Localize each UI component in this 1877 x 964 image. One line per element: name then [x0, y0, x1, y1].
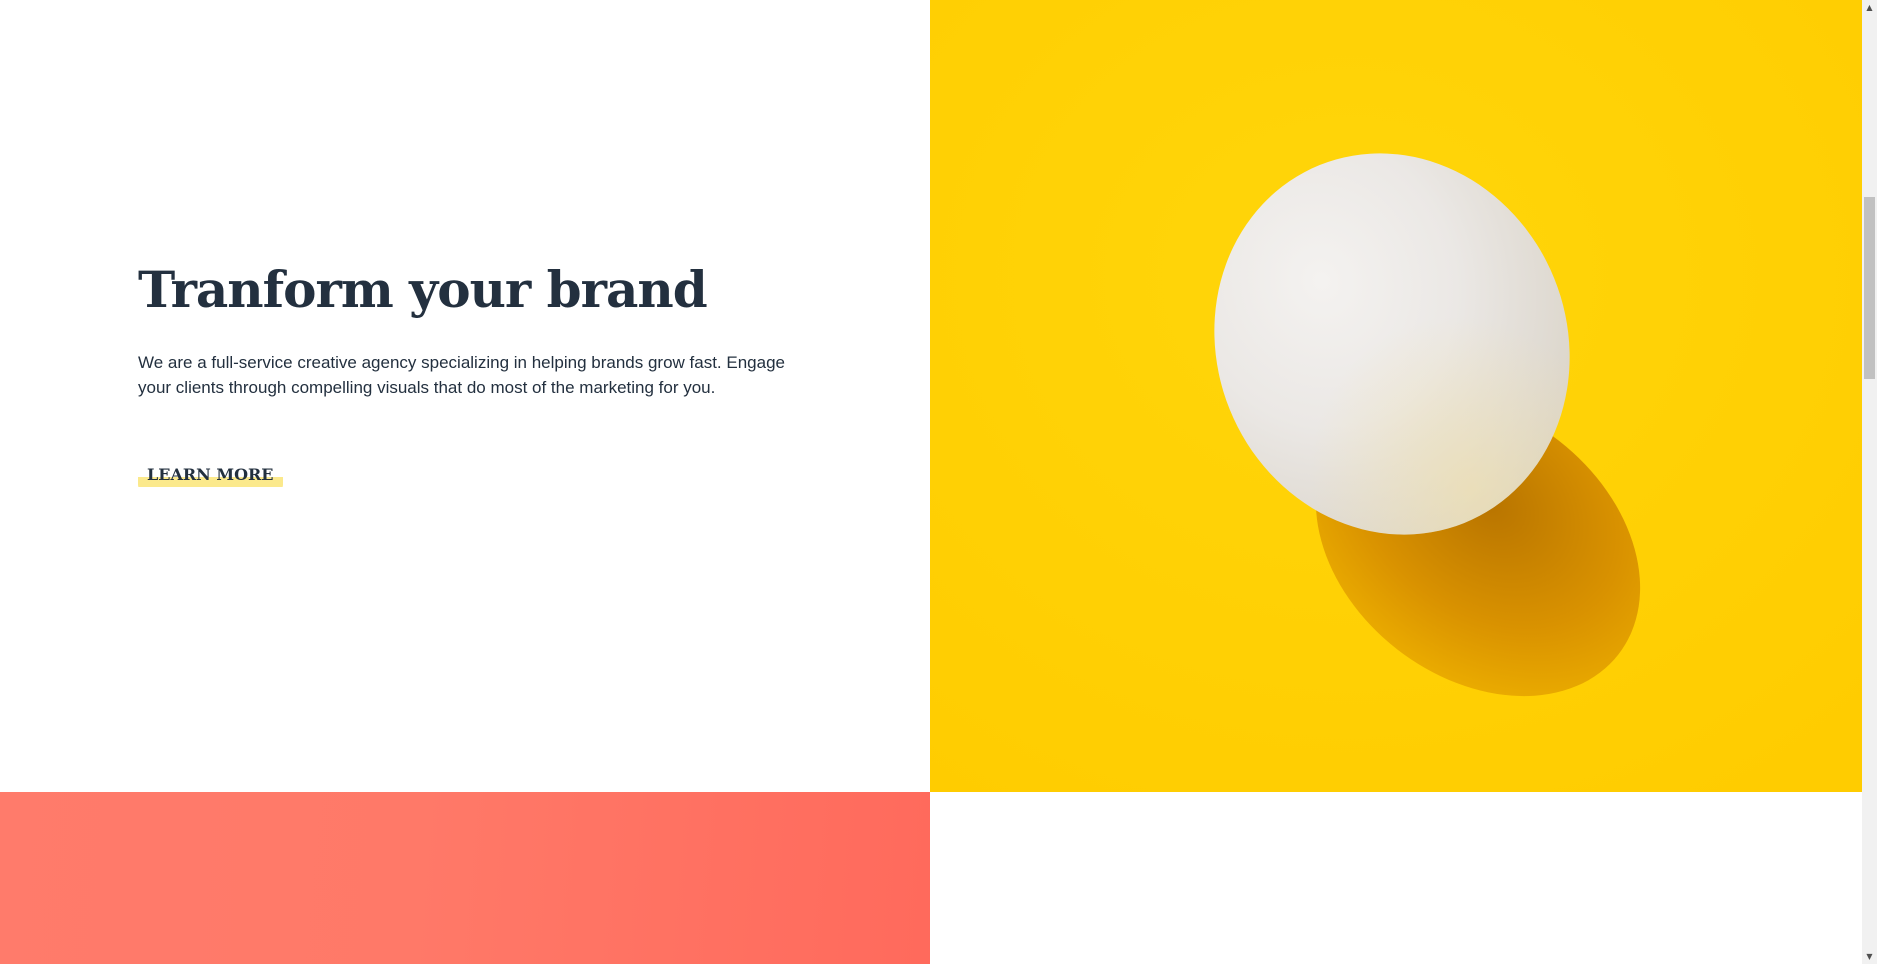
learn-more-button[interactable]: LEARN MORE	[138, 460, 283, 490]
page: Tranform your brand We are a full-servic…	[0, 0, 1877, 964]
scrollbar-thumb[interactable]	[1864, 197, 1875, 379]
hero-image-egg	[930, 0, 1862, 792]
vertical-scrollbar[interactable]: ▲ ▼	[1862, 0, 1877, 964]
scroll-down-icon[interactable]: ▼	[1862, 949, 1877, 964]
hero-title: Tranform your brand	[138, 260, 708, 319]
scroll-up-icon[interactable]: ▲	[1862, 0, 1877, 15]
egg-photo-icon	[930, 0, 1862, 792]
white-section	[930, 792, 1862, 964]
content-area: Tranform your brand We are a full-servic…	[0, 0, 1862, 964]
coral-section	[0, 792, 930, 964]
hero-text-panel: Tranform your brand We are a full-servic…	[0, 0, 930, 792]
hero-description: We are a full-service creative agency sp…	[138, 353, 785, 397]
